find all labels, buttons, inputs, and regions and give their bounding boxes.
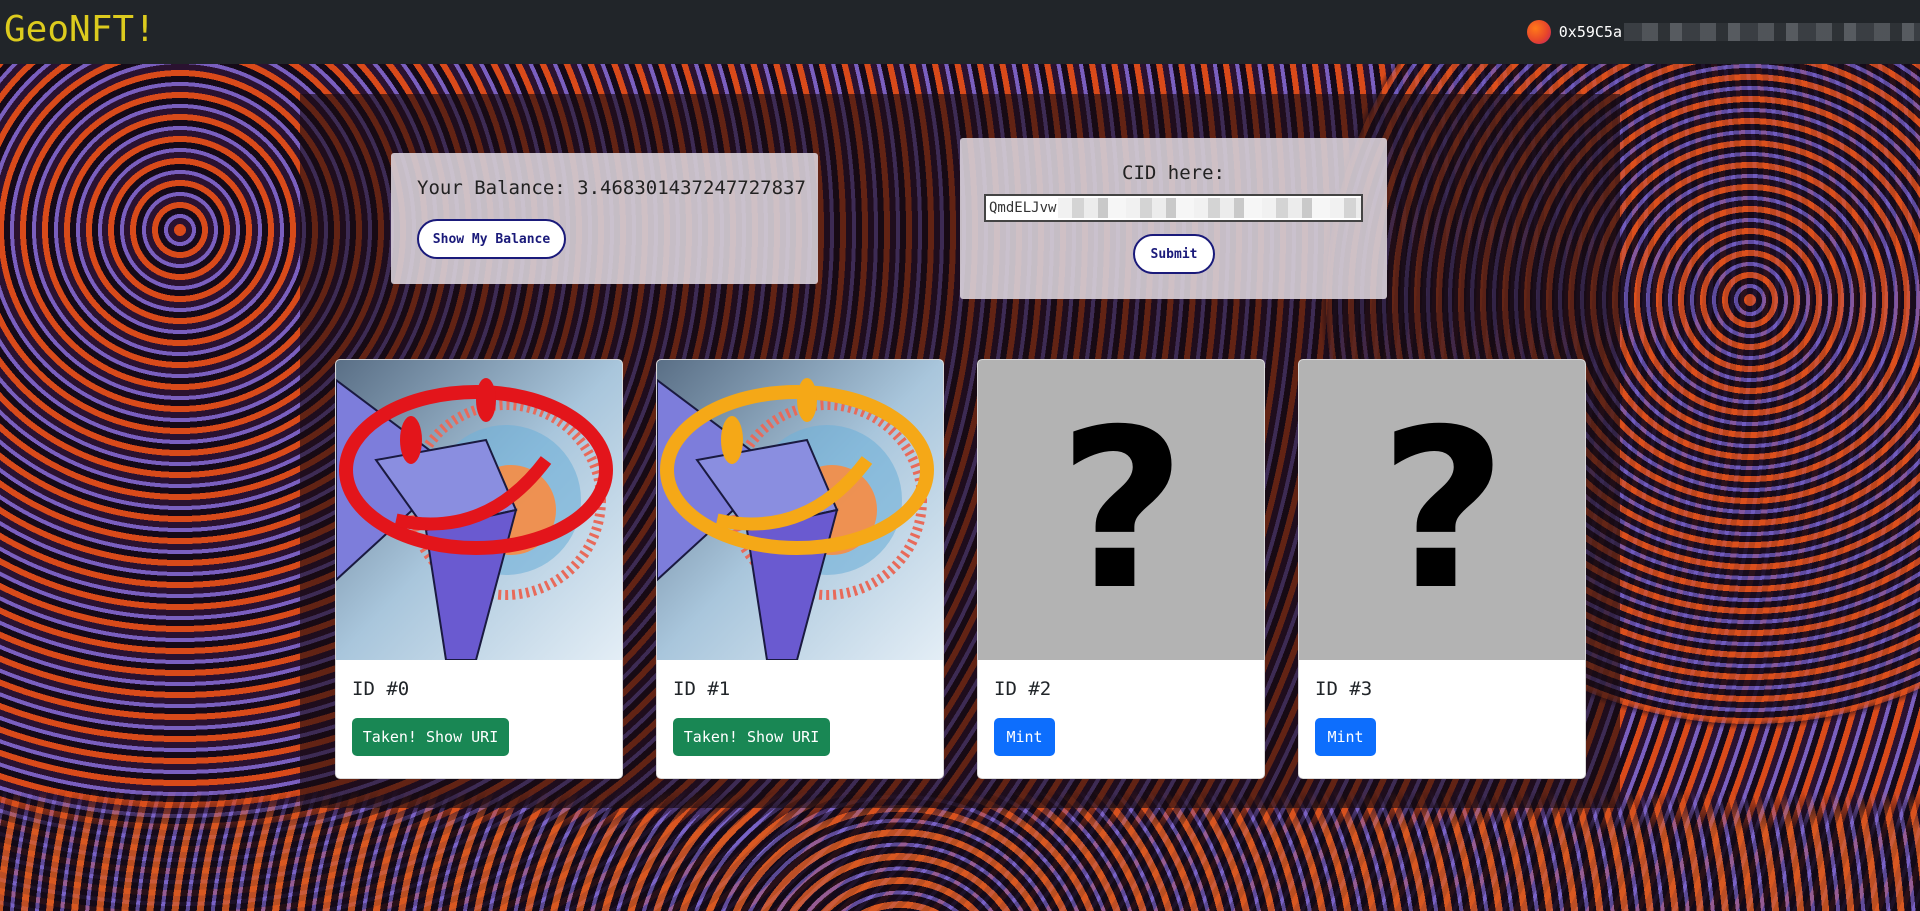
question-mark-icon: ?: [1058, 382, 1186, 638]
show-uri-button[interactable]: Taken! Show URI: [352, 718, 509, 756]
question-mark-icon: ?: [1379, 382, 1507, 638]
brand-logo[interactable]: GeoNFT!: [0, 9, 156, 50]
red-smiley-artwork-icon: [336, 360, 622, 660]
nft-placeholder-image: ?: [978, 360, 1264, 660]
nft-card: ID #1 Taken! Show URI: [656, 359, 944, 779]
nft-id-label: ID #2: [994, 678, 1052, 700]
yellow-smiley-artwork-icon: [657, 360, 943, 660]
nft-id-label: ID #1: [673, 678, 731, 700]
cid-input[interactable]: QmdELJvw: [984, 194, 1363, 222]
balance-text: Your Balance: 3.468301437247727837: [417, 177, 806, 199]
submit-button[interactable]: Submit: [1133, 234, 1215, 274]
cid-value-redacted: [1058, 198, 1361, 218]
mint-button[interactable]: Mint: [994, 718, 1055, 756]
top-navbar: GeoNFT! 0x59C5a: [0, 0, 1920, 64]
cid-label: CID here:: [1122, 162, 1225, 184]
nft-card: ? ID #3 Mint: [1298, 359, 1586, 779]
wallet-address: 0x59C5a: [1558, 23, 1622, 41]
nft-id-label: ID #3: [1315, 678, 1373, 700]
nft-placeholder-image: ?: [1299, 360, 1585, 660]
nft-id-label: ID #0: [352, 678, 410, 700]
mint-button[interactable]: Mint: [1315, 718, 1376, 756]
nft-image: [336, 360, 622, 660]
wallet-address-redacted: [1624, 23, 1920, 41]
nft-card: ID #0 Taken! Show URI: [335, 359, 623, 779]
show-uri-button[interactable]: Taken! Show URI: [673, 718, 830, 756]
balance-panel: Your Balance: 3.468301437247727837 Show …: [391, 153, 818, 284]
cid-input-value: QmdELJvw: [989, 200, 1057, 216]
nft-card: ? ID #2 Mint: [977, 359, 1265, 779]
show-balance-button[interactable]: Show My Balance: [417, 219, 566, 259]
nft-image: [657, 360, 943, 660]
wallet-account[interactable]: 0x59C5a: [1526, 0, 1920, 64]
wallet-avatar-icon: [1526, 20, 1551, 44]
cid-panel: CID here: QmdELJvw Submit: [960, 138, 1387, 299]
